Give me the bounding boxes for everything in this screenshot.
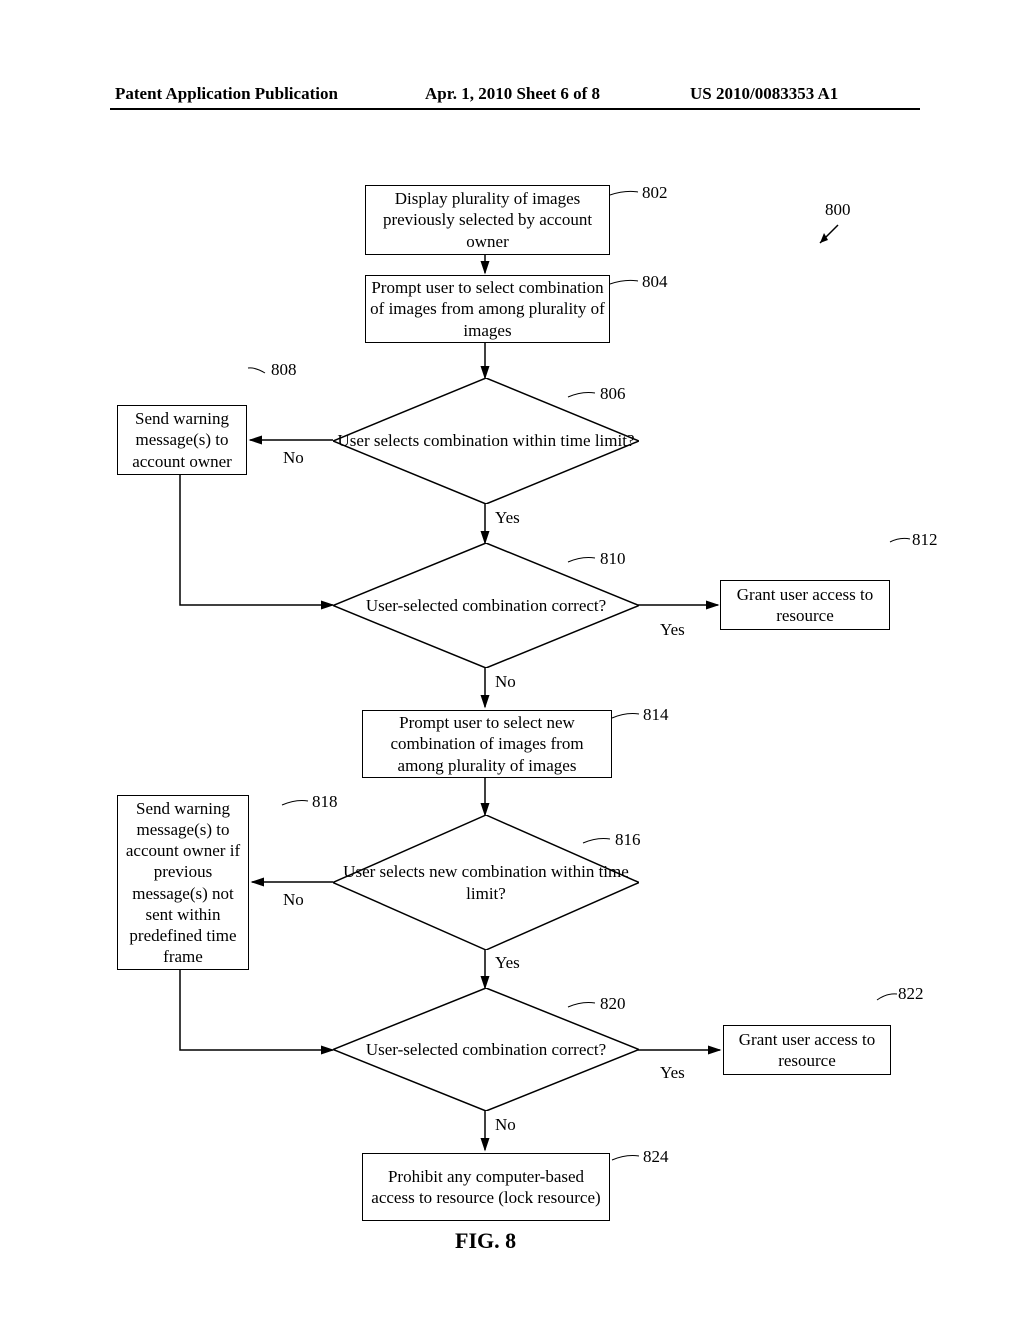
ref-814: 814 (643, 705, 669, 725)
ref-804: 804 (642, 272, 668, 292)
step-802: Display plurality of images previously s… (365, 185, 610, 255)
decision-820: User-selected combination correct? (333, 988, 639, 1111)
ref-820: 820 (600, 994, 626, 1014)
label-yes-820: Yes (660, 1063, 685, 1083)
label-yes-806: Yes (495, 508, 520, 528)
ref-812: 812 (912, 530, 938, 550)
label-no-820: No (495, 1115, 516, 1135)
ref-800: 800 (825, 200, 851, 220)
ref-818: 818 (312, 792, 338, 812)
ref-816: 816 (615, 830, 641, 850)
step-824: Prohibit any computer-based access to re… (362, 1153, 610, 1221)
decision-810: User-selected combination correct? (333, 543, 639, 668)
label-yes-816: Yes (495, 953, 520, 973)
decision-816: User selects new combination within time… (333, 815, 639, 950)
figure-caption: FIG. 8 (455, 1228, 516, 1254)
ref-810: 810 (600, 549, 626, 569)
label-yes-810: Yes (660, 620, 685, 640)
step-812: Grant user access to resource (720, 580, 890, 630)
decision-820-text: User-selected combination correct? (333, 988, 639, 1111)
ref-808: 808 (271, 360, 297, 380)
label-no-810: No (495, 672, 516, 692)
ref-824: 824 (643, 1147, 669, 1167)
ref-802: 802 (642, 183, 668, 203)
flowchart: Display plurality of images previously s… (0, 0, 1024, 1320)
step-822: Grant user access to resource (723, 1025, 891, 1075)
label-no-816: No (283, 890, 304, 910)
decision-810-text: User-selected combination correct? (333, 543, 639, 668)
decision-806-text: User selects combination within time lim… (333, 378, 639, 504)
step-818: Send warning message(s) to account owner… (117, 795, 249, 970)
label-no-806: No (283, 448, 304, 468)
step-814: Prompt user to select new combination of… (362, 710, 612, 778)
step-808: Send warning message(s) to account owner (117, 405, 247, 475)
step-804: Prompt user to select combination of ima… (365, 275, 610, 343)
decision-806: User selects combination within time lim… (333, 378, 639, 504)
ref-806: 806 (600, 384, 626, 404)
ref-822: 822 (898, 984, 924, 1004)
decision-816-text: User selects new combination within time… (333, 815, 639, 950)
